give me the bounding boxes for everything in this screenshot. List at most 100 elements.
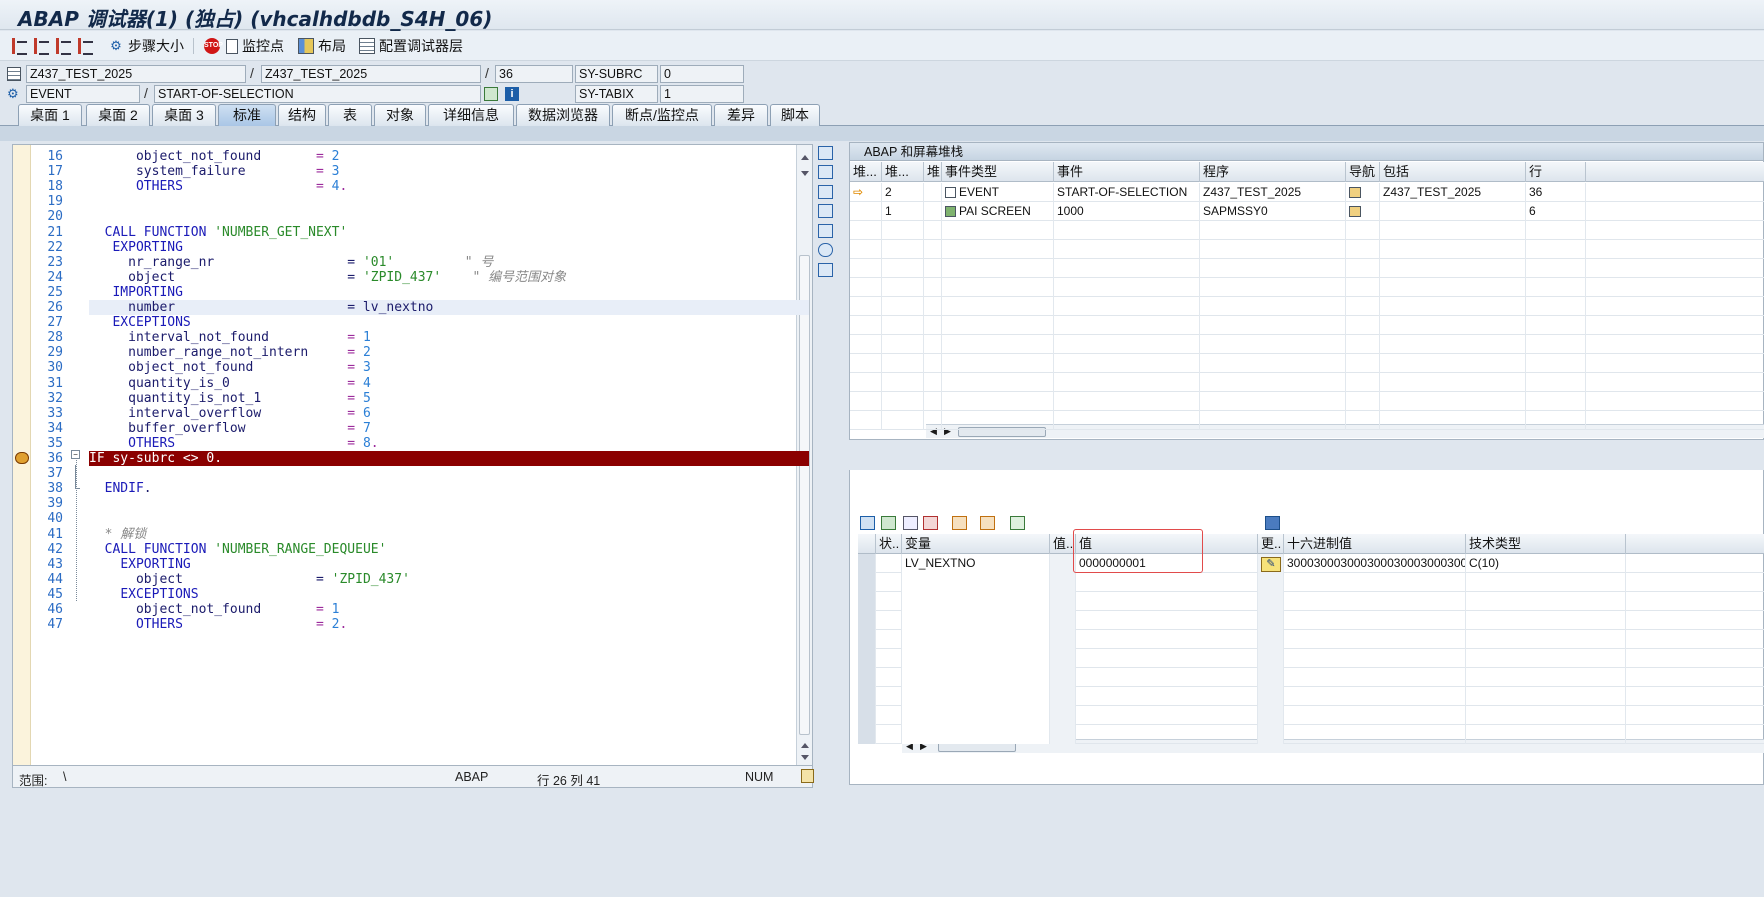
new-tool-icon[interactable] bbox=[818, 165, 833, 179]
editor-settings-icon[interactable] bbox=[801, 769, 814, 783]
table-row[interactable] bbox=[858, 611, 1764, 630]
event-type-field[interactable]: EVENT bbox=[26, 85, 140, 103]
current-statement-line[interactable]: IF sy-subrc <> 0. bbox=[89, 451, 809, 466]
sy-subrc-label[interactable]: SY-SUBRC bbox=[575, 65, 658, 83]
code-line[interactable]: CALL FUNCTION 'NUMBER_RANGE_DEQUEUE' bbox=[89, 542, 809, 557]
code-line[interactable]: object = 'ZPID_437' bbox=[89, 572, 809, 587]
maximize-tool-icon[interactable] bbox=[818, 204, 833, 218]
table-row[interactable]: ⇨ 2 EVENT START-OF-SELECTION Z437_TEST_2025 Z… bbox=[850, 183, 1764, 202]
code-line[interactable]: ENDIF. bbox=[89, 481, 809, 496]
table-row[interactable] bbox=[858, 668, 1764, 687]
settings-tool-icon[interactable] bbox=[818, 263, 833, 277]
code-line[interactable]: OTHERS = 2. bbox=[89, 617, 809, 632]
table-row[interactable] bbox=[850, 278, 1764, 297]
table-row[interactable] bbox=[858, 687, 1764, 706]
stack-col-header[interactable]: 行 bbox=[1526, 162, 1586, 182]
code-line[interactable]: interval_not_found = 1 bbox=[89, 330, 809, 345]
hierarchy-icon[interactable] bbox=[952, 516, 967, 530]
sy-subrc-value[interactable]: 0 bbox=[660, 65, 744, 83]
code-line[interactable]: CALL FUNCTION 'NUMBER_GET_NEXT' bbox=[89, 225, 809, 240]
table-row[interactable] bbox=[858, 649, 1764, 668]
code-line[interactable]: EXPORTING bbox=[89, 557, 809, 572]
stack-col-header[interactable]: 堆... bbox=[882, 162, 924, 182]
code-line[interactable]: * 解锁 bbox=[89, 527, 809, 542]
var-col-header[interactable]: 状.. bbox=[876, 534, 902, 554]
var-col-header[interactable]: 变量 bbox=[902, 534, 1050, 554]
code-line[interactable]: OTHERS = 8. bbox=[89, 436, 809, 451]
sy-tabix-label[interactable]: SY-TABIX bbox=[575, 85, 658, 103]
program-field[interactable]: Z437_TEST_2025 bbox=[26, 65, 246, 83]
tab-7[interactable]: 对象 bbox=[374, 104, 426, 126]
close-tool-icon[interactable] bbox=[818, 146, 833, 160]
edit-pencil-icon[interactable]: ✎ bbox=[1261, 557, 1281, 572]
include-field[interactable]: Z437_TEST_2025 bbox=[261, 65, 481, 83]
code-line[interactable]: object_not_found = 2 bbox=[89, 149, 809, 164]
table-row[interactable] bbox=[850, 354, 1764, 373]
table-row[interactable]: LV_NEXTNO 0000000001 ✎ 30003000300030003000… bbox=[858, 554, 1764, 573]
tab-4[interactable]: 标准 bbox=[218, 104, 276, 126]
table-row[interactable] bbox=[858, 592, 1764, 611]
table-row[interactable] bbox=[858, 706, 1764, 725]
layout-button[interactable]: 布局 bbox=[298, 35, 346, 57]
var-col-header[interactable]: 更.. bbox=[1258, 534, 1284, 554]
var-col-header[interactable] bbox=[858, 534, 876, 554]
fold-toggle[interactable]: − bbox=[71, 450, 80, 459]
stack-col-header[interactable]: 导航 bbox=[1346, 162, 1380, 182]
table-row[interactable] bbox=[850, 411, 1764, 430]
watchpoint-button[interactable]: 监控点 bbox=[226, 35, 284, 57]
tab-8[interactable]: 详细信息 bbox=[428, 104, 514, 126]
table-row[interactable] bbox=[850, 392, 1764, 411]
code-line[interactable] bbox=[89, 466, 809, 481]
code-line[interactable]: object_not_found = 3 bbox=[89, 360, 809, 375]
code-line[interactable]: object_not_found = 1 bbox=[89, 602, 809, 617]
tab-11[interactable]: 差异 bbox=[714, 104, 768, 126]
delete-icon[interactable] bbox=[860, 516, 875, 530]
stack-col-header[interactable]: 程序 bbox=[1200, 162, 1346, 182]
source-code-editor[interactable]: 16 17 18 19 20 21 22 23 24 25 26 27 28 29 30 31 32 33 34 35… bbox=[12, 144, 813, 766]
code-line[interactable]: buffer_overflow = 7 bbox=[89, 421, 809, 436]
code-line[interactable]: EXCEPTIONS bbox=[89, 315, 809, 330]
table-row[interactable] bbox=[850, 335, 1764, 354]
navigate-icon[interactable] bbox=[484, 87, 498, 101]
return-button[interactable] bbox=[56, 35, 72, 57]
copy-icon[interactable] bbox=[903, 516, 918, 530]
code-line[interactable]: nr_range_nr = '01' " 号 bbox=[89, 255, 809, 270]
code-line[interactable] bbox=[89, 496, 809, 511]
table-row[interactable] bbox=[850, 240, 1764, 259]
single-step-button[interactable] bbox=[12, 35, 28, 57]
line-field[interactable]: 36 bbox=[495, 65, 573, 83]
transfer-icon[interactable] bbox=[980, 516, 995, 530]
code-line[interactable]: quantity_is_0 = 4 bbox=[89, 376, 809, 391]
table-row[interactable] bbox=[850, 221, 1764, 240]
code-line[interactable] bbox=[89, 194, 809, 209]
table-row[interactable]: 1 PAI SCREEN 1000 SAPMSSY0 6 bbox=[850, 202, 1764, 221]
code-line[interactable]: OTHERS = 4. bbox=[89, 179, 809, 194]
tab-5[interactable]: 结构 bbox=[278, 104, 326, 126]
sy-tabix-value[interactable]: 1 bbox=[660, 85, 744, 103]
code-line[interactable] bbox=[89, 209, 809, 224]
insert-icon[interactable] bbox=[881, 516, 896, 530]
swap-tool-icon[interactable] bbox=[818, 224, 833, 238]
table-row[interactable] bbox=[850, 259, 1764, 278]
stack-col-header[interactable]: 堆 bbox=[924, 162, 942, 182]
code-line[interactable]: IMPORTING bbox=[89, 285, 809, 300]
table-row[interactable] bbox=[850, 373, 1764, 392]
step-size-button[interactable]: ⚙ 步骤大小 bbox=[108, 35, 184, 57]
replace-tool-icon[interactable] bbox=[818, 185, 833, 199]
tab-3[interactable]: 桌面 3 bbox=[152, 104, 216, 126]
tab-6[interactable]: 表 bbox=[328, 104, 372, 126]
table-row[interactable] bbox=[850, 297, 1764, 316]
tab-9[interactable]: 数据浏览器 bbox=[516, 104, 610, 126]
table-row[interactable] bbox=[858, 573, 1764, 592]
navigate-icon[interactable] bbox=[1349, 187, 1361, 198]
stack-col-header[interactable]: 包括 bbox=[1380, 162, 1526, 182]
tab-1[interactable]: 桌面 1 bbox=[18, 104, 82, 126]
table-row[interactable] bbox=[850, 316, 1764, 335]
stack-col-header[interactable]: 堆... bbox=[850, 162, 882, 182]
info-icon[interactable]: i bbox=[505, 87, 519, 101]
code-line[interactable]: interval_overflow = 6 bbox=[89, 406, 809, 421]
save-icon[interactable] bbox=[1265, 516, 1280, 530]
code-line[interactable]: number_range_not_intern = 2 bbox=[89, 345, 809, 360]
code-line[interactable]: quantity_is_not_1 = 5 bbox=[89, 391, 809, 406]
navigate-icon[interactable] bbox=[1349, 206, 1361, 217]
